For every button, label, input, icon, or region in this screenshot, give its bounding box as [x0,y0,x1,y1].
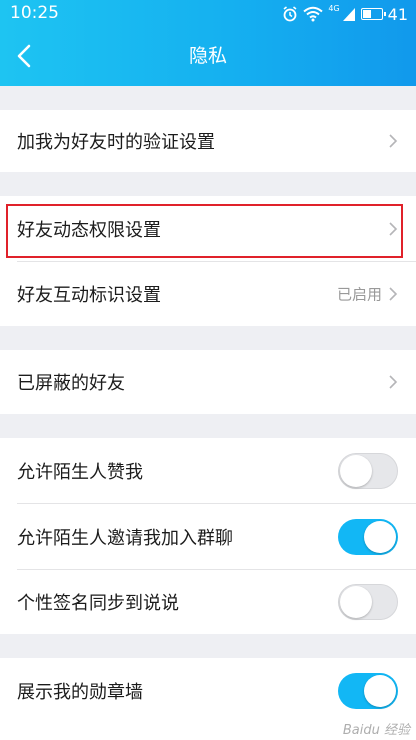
stranger-group-invite-toggle[interactable] [338,519,398,555]
toggle-knob [340,586,372,618]
row-label: 展示我的勋章墙 [17,682,143,703]
page-title: 隐私 [188,45,227,67]
interaction-badge-row[interactable]: 好友互动标识设置 已启用 [0,262,416,326]
medal-wall-toggle[interactable] [338,673,398,709]
toggle-knob [364,521,396,553]
signature-sync-toggle[interactable] [338,584,398,620]
chevron-right-icon [389,134,398,148]
wifi-icon [303,6,323,22]
chevron-right-icon [389,222,398,236]
chevron-right-icon [389,287,398,301]
enabled-status: 已启用 [336,285,382,304]
toggle-knob [364,675,396,707]
signal-icon [342,8,355,21]
row-label: 允许陌生人赞我 [17,462,143,483]
medal-wall-row: 展示我的勋章墙 [0,658,416,724]
blocked-friends-row[interactable]: 已屏蔽的好友 [0,350,416,414]
title-bar: 10:25 4G 41 隐私 [0,0,416,86]
stranger-like-toggle[interactable] [338,453,398,489]
row-label: 加我为好友时的验证设置 [17,132,215,153]
toggle-knob [340,455,372,487]
row-label: 好友动态权限设置 [17,220,161,241]
watermark: Baidu 经验 [342,723,410,738]
chevron-right-icon [389,375,398,389]
verification-settings-row[interactable]: 加我为好友时的验证设置 [0,110,416,172]
row-label: 个性签名同步到说说 [17,593,179,614]
row-label: 已屏蔽的好友 [17,373,125,394]
battery-icon [360,8,386,20]
moments-permission-row[interactable]: 好友动态权限设置 [0,196,416,262]
row-label: 允许陌生人邀请我加入群聊 [17,528,233,549]
battery-level: 41 [387,4,408,24]
status-time: 10:25 [10,3,59,23]
alarm-icon [283,6,297,22]
network-type: 4G [328,4,340,13]
status-bar: 10:25 4G 41 [0,0,416,28]
row-label: 好友互动标识设置 [17,285,161,306]
stranger-like-row: 允许陌生人赞我 [0,438,416,504]
stranger-group-invite-row: 允许陌生人邀请我加入群聊 [0,504,416,570]
signature-sync-row: 个性签名同步到说说 [0,570,416,634]
